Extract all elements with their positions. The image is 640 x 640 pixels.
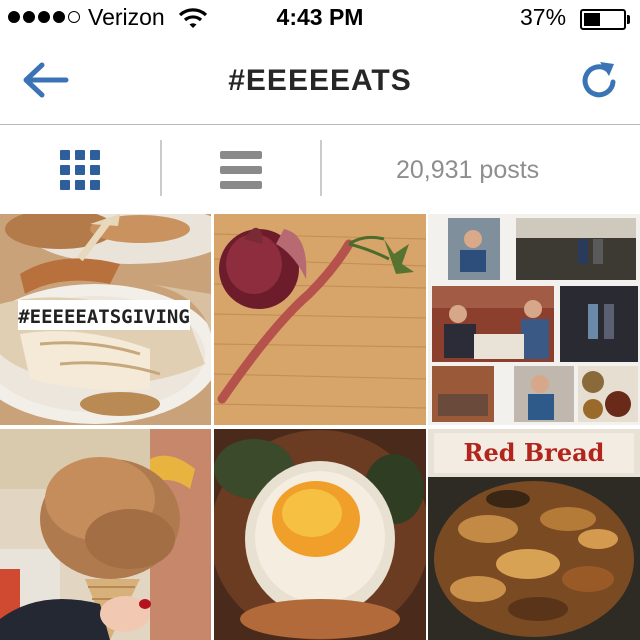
photo-turkey-eeeeeatsgiving[interactable]: #EEEEEATSGIVING: [0, 214, 211, 425]
photo-onion-carrot[interactable]: [214, 214, 426, 425]
egg-photo-image: [214, 429, 426, 640]
page-title: #EEEEEATS: [228, 64, 412, 97]
battery-tip: [627, 15, 630, 24]
collage-photo-image: [428, 214, 640, 425]
photo-grid: #EEEEEATSGIVING Red Bread: [0, 214, 640, 640]
photo-egg-salad[interactable]: [214, 429, 426, 640]
red-bread-photo-image: Red Bread: [428, 429, 640, 640]
toolbar-divider: [160, 140, 162, 196]
navigation-header: #EEEEEATS: [0, 36, 640, 125]
battery-percentage: 37%: [520, 4, 567, 30]
view-toolbar: 20,931 posts: [0, 126, 640, 214]
grid-view-icon[interactable]: [40, 136, 120, 204]
toolbar-divider: [320, 140, 322, 196]
turkey-photo-image: #EEEEEATSGIVING: [0, 214, 211, 425]
onion-carrot-photo-image: [214, 214, 426, 425]
photo-caption-overlay: #EEEEEATSGIVING: [18, 306, 190, 328]
posts-count: 20,931 posts: [396, 156, 540, 184]
battery-level-fill: [584, 13, 600, 26]
battery-icon: [580, 9, 626, 30]
list-view-icon[interactable]: [200, 136, 280, 204]
refresh-icon[interactable]: [578, 58, 620, 102]
ice-cream-photo-image: [0, 429, 211, 640]
photo-ice-cream-cone[interactable]: [0, 429, 211, 640]
photo-collage-dinner[interactable]: [428, 214, 640, 425]
status-bar: Verizon 4:43 PM 37%: [0, 0, 640, 36]
red-bread-logo-text: Red Bread: [464, 438, 605, 467]
photo-red-bread-pastry[interactable]: Red Bread: [428, 429, 640, 640]
